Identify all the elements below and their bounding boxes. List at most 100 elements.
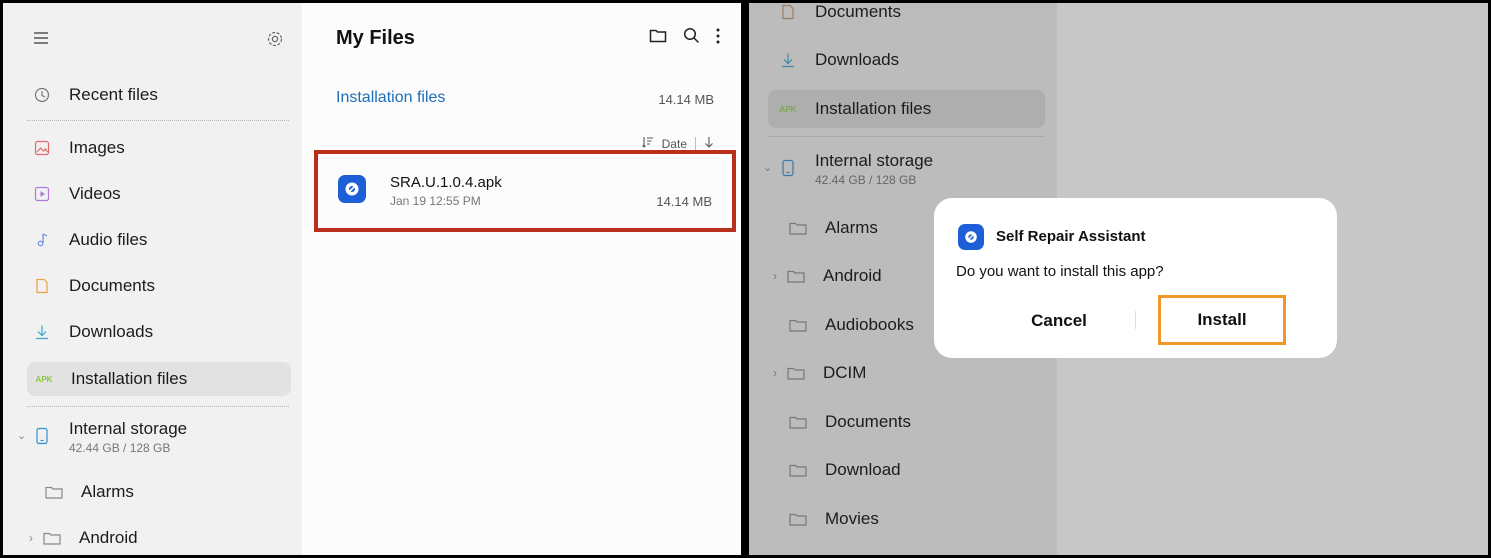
folder-item-movies[interactable]: Movies (787, 502, 879, 536)
toolbar (649, 27, 720, 49)
sidebar-item-label: Documents (815, 2, 901, 21)
sidebar-item-downloads[interactable]: Downloads (777, 43, 899, 77)
storage-capacity: 42.44 GB / 128 GB (69, 441, 171, 455)
folder-item-alarms[interactable]: Alarms (787, 211, 878, 245)
install-dialog: Self Repair Assistant Do you want to ins… (934, 198, 1337, 358)
image-icon (31, 137, 53, 159)
sidebar: Recent files Images Videos Audio files D… (3, 3, 302, 555)
folder-item-alarms[interactable]: Alarms (43, 475, 134, 509)
apk-icon: APK (35, 374, 53, 384)
sidebar-item-internal-storage[interactable]: ⌄ Internal storage 42.44 GB / 128 GB (763, 151, 933, 191)
folder-label: DCIM (823, 363, 867, 382)
cancel-button[interactable]: Cancel (984, 298, 1134, 344)
folder-icon (787, 459, 809, 481)
download-icon (777, 49, 799, 71)
sort-control[interactable]: Date (641, 136, 714, 151)
chevron-right-icon[interactable]: › (773, 366, 785, 380)
folder-icon (41, 527, 63, 549)
phone-icon (777, 157, 799, 179)
sidebar-item-installation-files[interactable]: APK Installation files (27, 362, 291, 396)
folder-label: Documents (825, 412, 911, 431)
menu-icon[interactable] (33, 31, 49, 50)
chevron-down-icon[interactable]: ⌄ (763, 161, 777, 174)
divider (769, 136, 1043, 137)
main-content: My Files Installation files 14.14 MB Dat… (302, 3, 741, 555)
sidebar-item-images[interactable]: Images (31, 131, 125, 165)
sidebar-item-label: Downloads (815, 50, 900, 69)
dialog-title: Self Repair Assistant (996, 228, 1146, 245)
settings-gear-icon[interactable] (266, 30, 284, 53)
divider (695, 136, 696, 151)
sidebar-item-label: Images (69, 138, 125, 157)
divider (1135, 311, 1136, 329)
folder-label: Download (825, 460, 901, 479)
sidebar-item-audio-files[interactable]: Audio files (31, 223, 147, 257)
folder-size: 14.14 MB (658, 92, 714, 107)
file-list-item[interactable]: SRA.U.1.0.4.apk Jan 19 12:55 PM 14.14 MB (314, 150, 736, 232)
self-repair-app-icon (338, 175, 366, 203)
video-icon (31, 183, 53, 205)
clock-icon (31, 84, 53, 106)
document-icon (777, 3, 799, 23)
sidebar-item-videos[interactable]: Videos (31, 177, 121, 211)
folder-label: Movies (825, 509, 879, 528)
folder-icon (785, 265, 807, 287)
folder-item-documents[interactable]: Documents (787, 405, 911, 439)
search-icon[interactable] (683, 27, 700, 49)
left-screenshot: Recent files Images Videos Audio files D… (0, 0, 744, 558)
file-name: SRA.U.1.0.4.apk (390, 174, 502, 191)
folder-label: Alarms (825, 218, 878, 237)
sidebar-item-documents[interactable]: Documents (777, 2, 901, 29)
folder-icon (787, 411, 809, 433)
sort-label: Date (661, 136, 687, 151)
chevron-right-icon[interactable]: › (29, 531, 41, 545)
breadcrumb[interactable]: Installation files (336, 89, 445, 107)
folder-icon (787, 314, 809, 336)
sort-direction-icon[interactable] (704, 136, 714, 151)
phone-icon (31, 425, 53, 447)
divider (27, 406, 289, 407)
folder-icon (787, 508, 809, 530)
self-repair-app-icon (958, 224, 984, 250)
sidebar-item-installation-files[interactable]: APK Installation files (777, 92, 932, 126)
sidebar-item-label: Downloads (69, 322, 154, 341)
install-button[interactable]: Install (1158, 295, 1286, 345)
sidebar-item-label: Internal storage (815, 151, 934, 170)
file-date: Jan 19 12:55 PM (390, 194, 481, 208)
sidebar-item-downloads[interactable]: Downloads (31, 315, 153, 349)
folder-item-android[interactable]: › Android (773, 259, 882, 293)
folder-item-dcim[interactable]: › DCIM (773, 356, 866, 390)
music-note-icon (31, 229, 53, 251)
right-screenshot: Documents Downloads APK Installation fil… (746, 0, 1491, 558)
folder-icon (785, 362, 807, 384)
folder-item-audiobooks[interactable]: Audiobooks (787, 308, 914, 342)
sidebar-item-internal-storage[interactable]: ⌄ Internal storage 42.44 GB / 128 GB (17, 419, 187, 459)
download-icon (31, 321, 53, 343)
folder-icon (43, 481, 65, 503)
chevron-down-icon[interactable]: ⌄ (17, 429, 31, 442)
storage-capacity: 42.44 GB / 128 GB (815, 173, 917, 187)
sidebar-item-documents[interactable]: Documents (31, 269, 155, 303)
sidebar-item-label: Audio files (69, 230, 148, 249)
folder-label: Alarms (81, 482, 134, 501)
folder-item-download[interactable]: Download (787, 453, 901, 487)
sidebar-item-label: Internal storage (69, 419, 188, 438)
page-title: My Files (336, 27, 415, 49)
new-folder-icon[interactable] (649, 28, 667, 48)
chevron-right-icon[interactable]: › (773, 269, 785, 283)
folder-icon (787, 217, 809, 239)
sidebar-item-label: Videos (69, 184, 121, 203)
folder-label: Audiobooks (825, 315, 914, 334)
sidebar-item-label: Recent files (69, 85, 158, 104)
document-icon (31, 275, 53, 297)
folder-label: Android (79, 528, 138, 547)
dialog-message: Do you want to install this app? (956, 263, 1164, 280)
sidebar-item-label: Documents (69, 276, 155, 295)
folder-label: Android (823, 266, 882, 285)
sidebar-item-label: Installation files (815, 99, 932, 118)
divider (27, 120, 289, 121)
folder-item-android[interactable]: › Android (29, 521, 138, 555)
file-size: 14.14 MB (656, 194, 712, 209)
more-options-icon[interactable] (716, 28, 720, 49)
sidebar-item-recent-files[interactable]: Recent files (31, 78, 158, 112)
